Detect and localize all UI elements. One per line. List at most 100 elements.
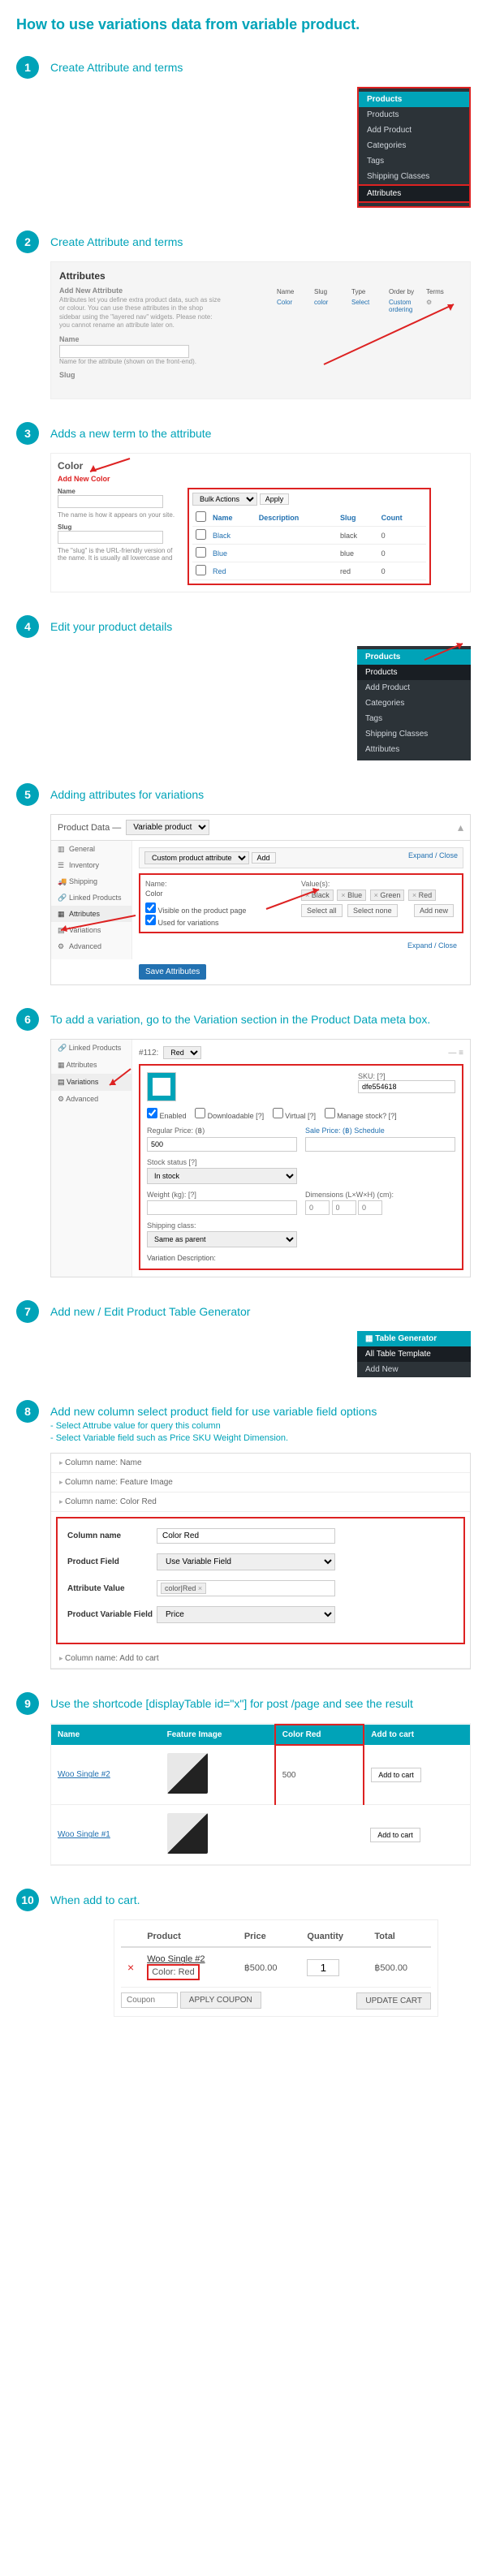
dim-l-input[interactable] — [305, 1200, 330, 1215]
apply-button[interactable]: Apply — [260, 493, 290, 505]
tab-variations[interactable]: ▤Variations — [51, 922, 131, 938]
add-attribute-button[interactable]: Add — [252, 852, 276, 864]
select-all-button[interactable]: Select all — [301, 904, 343, 917]
price-cell: 500 — [275, 1745, 364, 1805]
select-all-checkbox[interactable] — [196, 511, 206, 522]
acc-feature-image[interactable]: Column name: Feature Image — [51, 1473, 470, 1493]
shipping-class-select[interactable]: Same as parent — [147, 1231, 297, 1247]
menu-item-attributes[interactable]: Attributes — [357, 184, 471, 203]
tg-menu-header[interactable]: ▦ Table Generator — [357, 1331, 471, 1346]
gear-icon[interactable]: ⚙ — [425, 297, 462, 315]
tag-green: Green — [370, 890, 405, 901]
menu-item-categories[interactable]: Categories — [359, 138, 469, 153]
wp-admin-menu-2: Products Products Add Product Categories… — [357, 646, 471, 760]
product-link[interactable]: Woo Single #1 — [58, 1830, 110, 1839]
virtual-checkbox[interactable]: Virtual [?] — [273, 1112, 316, 1120]
menu-item-add-product[interactable]: Add Product — [357, 680, 471, 696]
menu-header-products[interactable]: Products — [359, 92, 469, 107]
tab-advanced[interactable]: ⚙Advanced — [51, 938, 131, 954]
variable-field-select[interactable]: Price — [157, 1606, 335, 1623]
tab-attributes[interactable]: ▦ Attributes — [51, 1057, 131, 1074]
attribute-name-input[interactable] — [59, 345, 189, 358]
step-text-4: Edit your product details — [50, 615, 172, 635]
product-image — [167, 1753, 208, 1794]
update-cart-button[interactable]: UPDATE CART — [356, 1992, 431, 2010]
tab-variations[interactable]: ▤ Variations — [51, 1074, 131, 1091]
apply-coupon-button[interactable]: APPLY COUPON — [180, 1992, 261, 2009]
tab-advanced[interactable]: ⚙ Advanced — [51, 1091, 131, 1108]
custom-attribute-select[interactable]: Custom product attribute — [144, 851, 249, 864]
tab-inventory[interactable]: ☰Inventory — [51, 857, 131, 873]
variations-checkbox[interactable]: Used for variations — [145, 919, 219, 927]
add-to-cart-button[interactable]: Add to cart — [371, 1768, 421, 1782]
dim-w-input[interactable] — [332, 1200, 356, 1215]
expand-close-bottom[interactable]: Expand / Close — [139, 938, 463, 953]
menu-header-products[interactable]: Products — [357, 649, 471, 665]
variation-image[interactable] — [147, 1072, 176, 1101]
bulk-actions-select[interactable]: Bulk Actions — [192, 493, 257, 506]
remove-icon[interactable]: × — [127, 1961, 134, 1974]
cart-price: ฿500.00 — [238, 1947, 301, 1988]
expand-close-link[interactable]: Expand / Close — [408, 851, 458, 864]
attribute-values[interactable]: Black Blue Green Red — [301, 890, 457, 901]
enabled-checkbox[interactable]: Enabled — [147, 1112, 187, 1120]
tab-attributes[interactable]: ▦Attributes — [51, 906, 131, 922]
menu-item-products[interactable]: Products — [359, 107, 469, 123]
menu-item-categories[interactable]: Categories — [357, 696, 471, 711]
col-name-input[interactable] — [157, 1528, 335, 1544]
row-checkbox[interactable] — [196, 565, 206, 575]
term-red[interactable]: Red — [209, 562, 256, 580]
add-to-cart-button[interactable]: Add to cart — [370, 1828, 420, 1842]
weight-input[interactable] — [147, 1200, 297, 1215]
dim-h-input[interactable] — [358, 1200, 382, 1215]
cart-product-name[interactable]: Woo Single #2 — [147, 1954, 231, 1964]
term-name-input[interactable] — [58, 495, 163, 508]
attr-row-name[interactable]: Color — [275, 297, 312, 315]
sale-price-input[interactable] — [305, 1137, 455, 1152]
menu-item-tags[interactable]: Tags — [359, 153, 469, 169]
term-slug-input[interactable] — [58, 531, 163, 544]
price-cell — [275, 1805, 364, 1865]
tab-shipping[interactable]: 🚚Shipping — [51, 873, 131, 890]
term-blue[interactable]: Blue — [209, 545, 256, 562]
sku-input[interactable] — [358, 1080, 455, 1093]
product-field-select[interactable]: Use Variable Field — [157, 1553, 335, 1570]
coupon-input[interactable] — [121, 1992, 178, 2008]
tab-linked[interactable]: 🔗 Linked Products — [51, 1040, 131, 1057]
tab-general[interactable]: ▥General — [51, 841, 131, 857]
tg-add-new[interactable]: Add New — [357, 1362, 471, 1377]
term-black[interactable]: Black — [209, 527, 256, 545]
acc-color-red[interactable]: Column name: Color Red — [51, 1493, 470, 1512]
step-number-1: 1 — [16, 56, 39, 79]
variation-attribute-select[interactable]: Red — [163, 1046, 201, 1059]
step-text-6: To add a variation, go to the Variation … — [50, 1008, 430, 1028]
product-type-select[interactable]: Variable product — [126, 820, 209, 835]
tg-all-templates[interactable]: All Table Template — [357, 1346, 471, 1362]
attribute-value-input[interactable]: color|Red — [157, 1580, 335, 1596]
downloadable-checkbox[interactable]: Downloadable [?] — [195, 1112, 264, 1120]
acc-name[interactable]: Column name: Name — [51, 1454, 470, 1473]
quantity-input[interactable] — [307, 1959, 339, 1976]
product-link[interactable]: Woo Single #2 — [58, 1770, 110, 1779]
row-checkbox[interactable] — [196, 547, 206, 558]
menu-item-tags[interactable]: Tags — [357, 711, 471, 726]
save-attributes-button[interactable]: Save Attributes — [139, 964, 206, 980]
stock-status-label: Stock status [?] — [147, 1158, 297, 1166]
collapse-icon[interactable]: ▴ — [458, 821, 463, 834]
menu-item-attributes[interactable]: Attributes — [357, 742, 471, 757]
add-new-value-button[interactable]: Add new — [414, 904, 454, 917]
menu-item-products[interactable]: Products — [357, 665, 471, 680]
visible-checkbox[interactable]: Visible on the product page — [145, 907, 246, 915]
tag-black: Black — [301, 890, 334, 901]
select-none-button[interactable]: Select none — [347, 904, 398, 917]
attribute-value-label: Attribute Value — [67, 1584, 157, 1593]
menu-item-shipping[interactable]: Shipping Classes — [357, 726, 471, 742]
menu-item-add-product[interactable]: Add Product — [359, 123, 469, 138]
manage-stock-checkbox[interactable]: Manage stock? [?] — [325, 1112, 397, 1120]
stock-status-select[interactable]: In stock — [147, 1168, 297, 1184]
regular-price-input[interactable] — [147, 1137, 297, 1152]
row-checkbox[interactable] — [196, 529, 206, 540]
acc-add-to-cart[interactable]: Column name: Add to cart — [51, 1649, 470, 1669]
tab-linked[interactable]: 🔗Linked Products — [51, 890, 131, 906]
menu-item-shipping[interactable]: Shipping Classes — [359, 169, 469, 184]
